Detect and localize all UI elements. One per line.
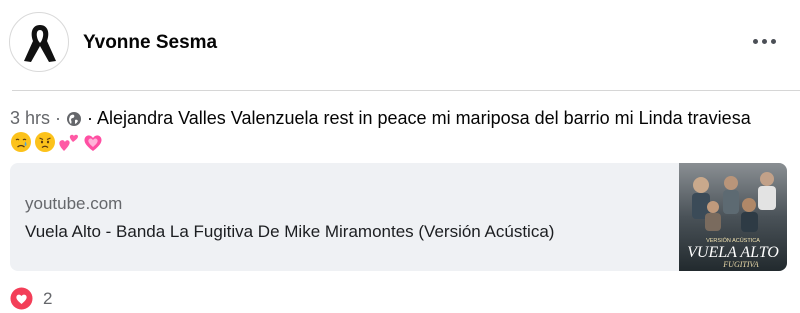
video-thumbnail[interactable]: VERSIÓN ACÚSTICA VUELA ALTO FUGITIVA: [679, 163, 787, 271]
thumbnail-band: FUGITIVA: [722, 260, 759, 269]
thumbnail-title: VUELA ALTO: [687, 244, 779, 261]
post-header: Yvonne Sesma: [0, 0, 800, 90]
reaction-count: 2: [43, 288, 53, 308]
post-caption: · Alejandra Valles Valenzuela rest in pe…: [82, 108, 751, 128]
link-domain: youtube.com: [25, 194, 123, 213]
divider: [12, 90, 800, 91]
two-hearts-icon: [59, 134, 78, 151]
dot-icon: [752, 38, 758, 44]
avatar[interactable]: [9, 12, 69, 72]
link-preview-card[interactable]: youtube.com Vuela Alto - Banda La Fugiti…: [10, 163, 787, 271]
emoji-row: [10, 131, 104, 153]
dot-icon: [770, 38, 776, 44]
globe-icon[interactable]: [66, 111, 82, 127]
black-ribbon-icon: [24, 25, 56, 62]
crying-face-icon: [11, 132, 31, 152]
author-name[interactable]: Yvonne Sesma: [83, 32, 217, 54]
reactions-summary[interactable]: 2: [10, 287, 52, 310]
heart-reaction-icon: [10, 287, 33, 310]
post-text: 3 hrs · · Alejandra Valles Valenzuela re…: [10, 106, 795, 130]
separator: ·: [50, 108, 67, 128]
sparkling-heart-icon: [84, 135, 102, 151]
link-title[interactable]: Vuela Alto - Banda La Fugitiva De Mike M…: [25, 222, 554, 242]
dot-icon: [761, 38, 767, 44]
sad-face-icon: [35, 132, 55, 152]
timestamp[interactable]: 3 hrs: [10, 108, 50, 128]
thumbnail-subtitle: VERSIÓN ACÚSTICA: [706, 237, 760, 244]
more-options-button[interactable]: [747, 29, 781, 53]
